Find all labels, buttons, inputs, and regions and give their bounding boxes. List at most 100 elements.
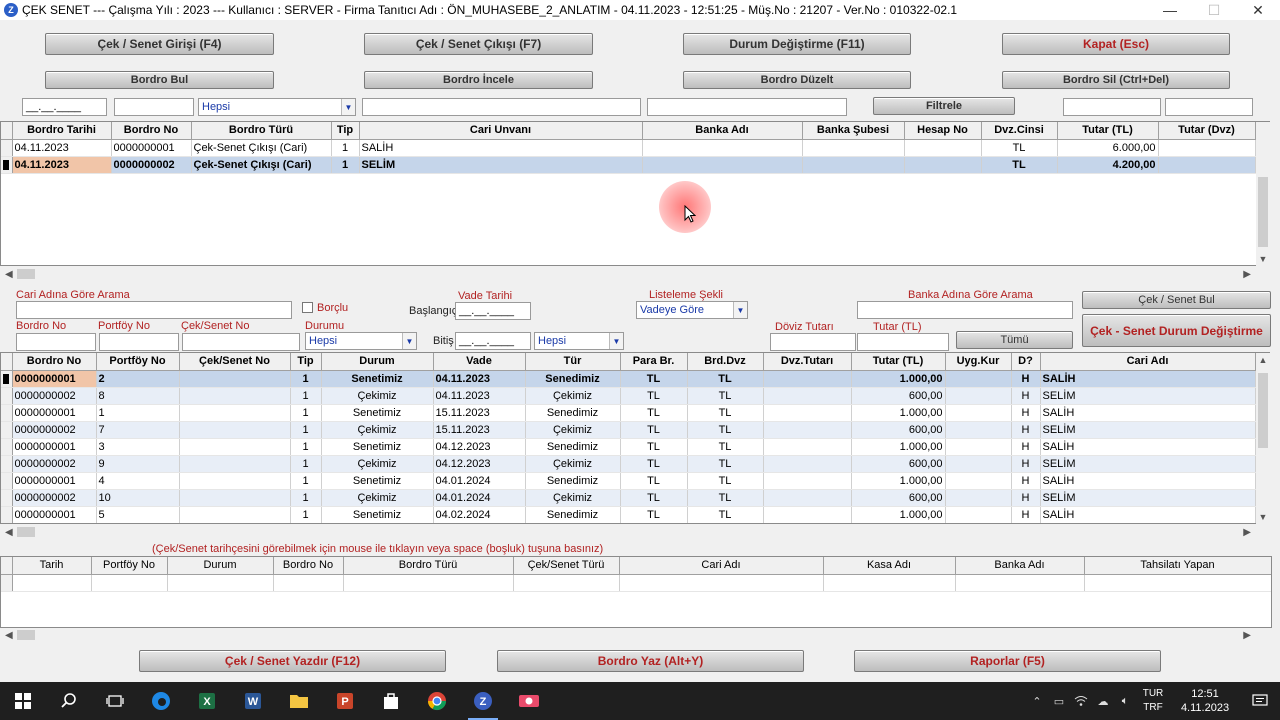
col-bordro-no[interactable]: Bordro No [273,557,344,575]
col-bordro-no[interactable]: Bordro No [12,353,97,371]
bordro-duzelt-button[interactable]: Bordro Düzelt [683,71,911,89]
table-row[interactable]: 0000000002 9 1 Çekimiz 04.12.2023 Çekimiz TL TL… [1,455,1256,473]
col-tutar-dvz[interactable]: Tutar (Dvz) [1158,122,1256,140]
tutar-tl-input[interactable] [857,333,949,351]
col-hesap-no[interactable]: Hesap No [904,122,982,140]
store-icon[interactable] [368,682,414,720]
tur-select[interactable]: Hepsi ▼ [534,332,624,350]
bordro-sil-button[interactable]: Bordro Sil (Ctrl+Del) [1002,71,1230,89]
cek-hscrollbar[interactable]: ◀ ▶ [1,525,1255,539]
col-portfoy-no[interactable]: Portföy No [96,353,180,371]
col-portfoy-no[interactable]: Portföy No [91,557,168,575]
col-banka-subesi[interactable]: Banka Şubesi [802,122,905,140]
col-dvz-tutari[interactable]: Dvz.Tutarı [763,353,852,371]
col-cek-senet-no[interactable]: Çek/Senet No [179,353,291,371]
col-para-br[interactable]: Para Br. [620,353,688,371]
search-icon[interactable] [46,682,92,720]
volume-icon[interactable]: 🔈︎ [1114,695,1136,708]
close-button[interactable]: ✕ [1236,0,1280,20]
cek-senet-grid[interactable]: Bordro No Portföy No Çek/Senet No Tip Du… [0,352,1270,524]
table-row[interactable]: 0000000002 7 1 Çekimiz 15.11.2023 Çekimiz TL TL… [1,421,1256,439]
col-brd-dvz[interactable]: Brd.Dvz [687,353,764,371]
bordro-no-input[interactable] [16,333,96,351]
windows-start-icon[interactable] [0,682,46,720]
history-grid[interactable]: Tarih Portföy No Durum Bordro No Bordro … [0,556,1272,628]
banka-search-input[interactable] [857,301,1073,319]
table-row[interactable]: 0000000002 10 1 Çekimiz 04.01.2024 Çekimiz TL T… [1,489,1256,507]
col-cari-unvani[interactable]: Cari Unvanı [359,122,643,140]
language-indicator[interactable]: TUR TRF [1136,687,1170,715]
borclu-checkbox[interactable] [302,302,313,313]
col-durum[interactable]: Durum [321,353,434,371]
col-bordro-no[interactable]: Bordro No [111,122,192,140]
cek-senet-girisi-button[interactable]: Çek / Senet Girişi (F4) [45,33,274,55]
file-explorer-icon[interactable] [276,682,322,720]
col-tip[interactable]: Tip [290,353,322,371]
bordro-bul-button[interactable]: Bordro Bul [45,71,274,89]
maximize-button[interactable]: ☐ [1192,0,1236,20]
filter-tutar-tl-field[interactable] [1063,98,1161,116]
col-bordro-turu[interactable]: Bordro Türü [191,122,332,140]
edge-icon[interactable] [138,682,184,720]
col-kasa-adi[interactable]: Kasa Adı [823,557,956,575]
table-row[interactable] [1,574,1271,592]
col-bordro-turu[interactable]: Bordro Türü [343,557,514,575]
col-d[interactable]: D? [1011,353,1041,371]
bordro-grid[interactable]: Bordro Tarihi Bordro No Bordro Türü Tip … [0,121,1270,266]
filter-type-select[interactable]: Hepsi ▼ [198,98,356,116]
clock[interactable]: 12:51 4.11.2023 [1170,687,1240,715]
zirve-app-icon[interactable]: Z [460,682,506,720]
col-cek-senet-turu[interactable]: Çek/Senet Türü [513,557,620,575]
word-icon[interactable]: W [230,682,276,720]
baslangic-date-field[interactable]: __.__.____ [455,302,531,320]
table-row-selected[interactable]: 0000000001 2 1 Senetimiz 04.11.2023 Senedimiz… [1,370,1256,388]
portfoy-no-input[interactable] [99,333,179,351]
table-row-selected[interactable]: 04.11.2023 0000000002 Çek-Senet Çıkışı (… [1,156,1256,174]
filter-banka-field[interactable] [647,98,847,116]
scroll-down-icon[interactable]: ▼ [1256,254,1270,264]
durumu-select[interactable]: Hepsi ▼ [305,332,417,350]
col-dvz-cinsi[interactable]: Dvz.Cinsi [981,122,1058,140]
col-tarih[interactable]: Tarih [12,557,92,575]
scroll-right-icon[interactable]: ▶ [1243,269,1251,280]
bordro-vscrollbar[interactable]: ▼ [1256,122,1270,266]
scroll-down-icon[interactable]: ▼ [1256,512,1270,522]
scroll-left-icon[interactable]: ◀ [5,527,13,538]
bordro-yaz-button[interactable]: Bordro Yaz (Alt+Y) [497,650,804,672]
scroll-thumb[interactable] [17,269,35,279]
col-tutar-tl[interactable]: Tutar (TL) [1057,122,1159,140]
kapat-button[interactable]: Kapat (Esc) [1002,33,1230,55]
filter-date-field[interactable]: __.__.____ [22,98,107,116]
cek-senet-no-input[interactable] [182,333,300,351]
scroll-left-icon[interactable]: ◀ [5,630,13,641]
cloud-icon[interactable]: ☁ [1092,695,1114,708]
bordro-incele-button[interactable]: Bordro İncele [364,71,593,89]
table-row[interactable]: 0000000001 4 1 Senetimiz 04.01.2024 Senedimiz… [1,472,1256,490]
screen-recorder-icon[interactable] [506,682,552,720]
task-view-icon[interactable] [92,682,138,720]
wifi-icon[interactable] [1070,695,1092,707]
cek-senet-yazdir-button[interactable]: Çek / Senet Yazdır (F12) [139,650,446,672]
cek-senet-cikisi-button[interactable]: Çek / Senet Çıkışı (F7) [364,33,593,55]
scroll-up-icon[interactable]: ▲ [1256,355,1270,365]
chrome-icon[interactable] [414,682,460,720]
col-tutar-tl[interactable]: Tutar (TL) [851,353,946,371]
powerpoint-icon[interactable]: P [322,682,368,720]
listeleme-select[interactable]: Vadeye Göre ▼ [636,301,748,319]
table-row[interactable]: 0000000001 3 1 Senetimiz 04.12.2023 Senedimiz… [1,438,1256,456]
cek-vscrollbar[interactable]: ▲ ▼ [1256,353,1270,524]
col-tur[interactable]: Tür [525,353,621,371]
network-device-icon[interactable]: ▭ [1048,695,1070,708]
col-cari-adi[interactable]: Cari Adı [1040,353,1256,371]
col-cari-adi[interactable]: Cari Adı [619,557,824,575]
excel-icon[interactable]: X [184,682,230,720]
table-row[interactable]: 0000000001 5 1 Senetimiz 04.02.2024 Senedimiz… [1,506,1256,523]
filter-tutar-dvz-field[interactable] [1165,98,1253,116]
chevron-up-icon[interactable]: ⌃ [1026,695,1048,708]
col-tip[interactable]: Tip [331,122,360,140]
cek-senet-durum-degistirme-button[interactable]: Çek - Senet Durum Değiştirme [1082,314,1271,347]
col-banka-adi[interactable]: Banka Adı [642,122,803,140]
table-row[interactable]: 0000000002 8 1 Çekimiz 04.11.2023 Çekimiz TL TL… [1,387,1256,405]
table-row[interactable]: 0000000001 1 1 Senetimiz 15.11.2023 Senedimiz… [1,404,1256,422]
bitis-date-field[interactable]: __.__.____ [455,332,531,350]
